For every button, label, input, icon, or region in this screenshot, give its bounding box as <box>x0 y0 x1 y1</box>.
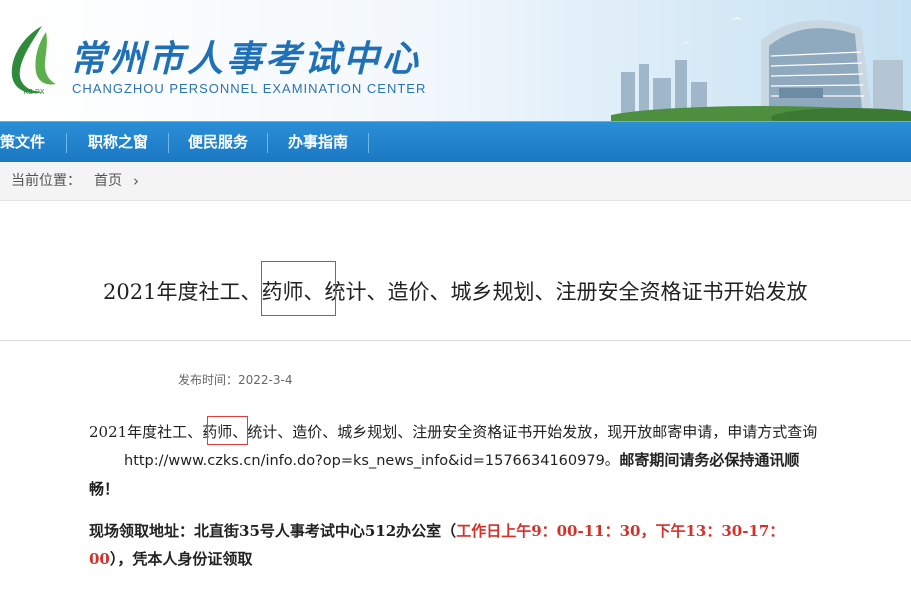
publish-date-label: 发布时间： <box>178 373 239 387</box>
article-title-part: 2021年度社工、 <box>103 280 262 304</box>
office-hours: 工作日上午9：00-11：30，下午13：30-17： <box>456 522 785 540</box>
nav-divider <box>66 133 67 153</box>
building-illustration-icon <box>611 17 911 121</box>
site-title: 常州市人事考试中心 <box>70 38 422 80</box>
nav-divider <box>267 133 268 153</box>
title-divider <box>0 340 911 341</box>
nav-item-title-window[interactable]: 职称之窗 <box>88 122 148 163</box>
site-header: KS·PX 常州市人事考试中心 CHANGZHOU PERSONNEL EXAM… <box>0 0 911 121</box>
breadcrumb-label: 当前位置： <box>11 173 81 189</box>
breadcrumb: 当前位置： 首页 › <box>0 162 911 201</box>
paragraph-line: 00），凭本人身份证领取 <box>89 548 252 569</box>
publish-date-value: 2022-3-4 <box>238 373 293 387</box>
pickup-address: 现场领取地址：北直街35号人事考试中心512办公室（ <box>89 522 457 540</box>
mail-notice-end: 畅！ <box>89 480 120 498</box>
article-title-part: 统计、造价、城乡规划、注册安全资格证书开始发放 <box>324 280 808 304</box>
nav-divider <box>368 133 369 153</box>
site-subtitle: CHANGZHOU PERSONNEL EXAMINATION CENTER <box>72 81 427 96</box>
highlight-box <box>261 261 336 316</box>
mail-notice: 邮寄期间请务必保持通讯顺 <box>619 451 800 469</box>
nav-item-guide[interactable]: 办事指南 <box>288 122 348 163</box>
paragraph-line: 2021年度社工、药师、统计、造价、城乡规划、注册安全资格证书开始发放，现开放邮… <box>89 421 817 442</box>
paragraph-line: http://www.czks.cn/info.do?op=ks_news_in… <box>124 449 799 470</box>
nav-item-policy[interactable]: 策文件 <box>0 122 45 163</box>
publish-date: 发布时间：2022-3-4 <box>178 371 292 388</box>
logo-text: KS·PX <box>23 89 44 96</box>
article-title: 2021年度社工、药师、统计、造价、城乡规划、注册安全资格证书开始发放 <box>103 276 807 306</box>
paragraph-line: 现场领取地址：北直街35号人事考试中心512办公室（工作日上午9：00-11：3… <box>89 520 784 541</box>
nav-divider <box>168 133 169 153</box>
pickup-requirement: ），凭本人身份证领取 <box>109 550 253 568</box>
highlight-box <box>207 416 248 445</box>
office-hours-end: 00 <box>89 550 110 568</box>
breadcrumb-home-link[interactable]: 首页 <box>94 162 122 200</box>
main-nav: 策文件 职称之窗 便民服务 办事指南 <box>0 121 911 163</box>
site-logo-icon[interactable]: KS·PX <box>4 22 64 102</box>
query-url-link[interactable]: http://www.czks.cn/info.do?op=ks_news_in… <box>124 453 619 469</box>
chevron-right-icon: › <box>133 172 139 190</box>
paragraph-text: 2021年度社工、 <box>89 423 203 441</box>
nav-item-services[interactable]: 便民服务 <box>188 122 248 163</box>
paragraph-text: 统计、造价、城乡规划、注册安全资格证书开始发放，现开放邮寄申请，申请方式查询 <box>247 423 818 441</box>
